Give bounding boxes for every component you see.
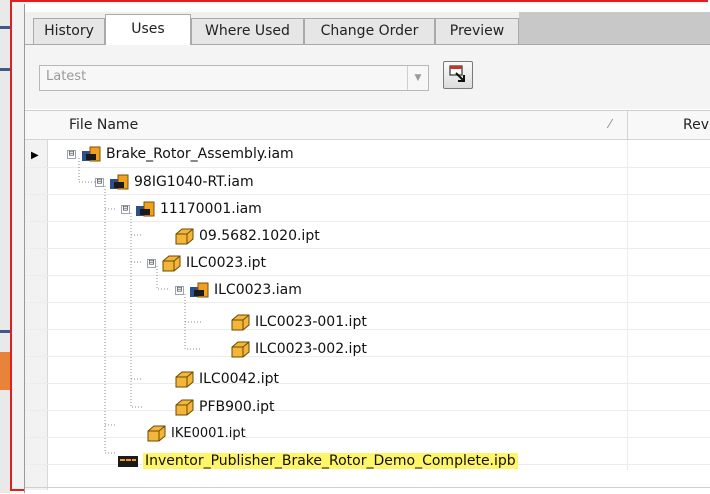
file-name: ILC0042.ipt	[199, 371, 280, 387]
grid-bottom-border	[25, 487, 710, 488]
chevron-down-icon[interactable]: ▼	[407, 66, 428, 90]
file-name: IKE0001.ipt	[171, 425, 246, 441]
tab-bar-filler	[519, 12, 710, 44]
file-name: Brake_Rotor_Assembly.iam	[106, 146, 294, 162]
tree-row[interactable]: ⊟ 11170001.iam	[121, 199, 262, 219]
tab-bar: History Uses Where Used Change Order Pre…	[25, 12, 710, 45]
tree-row[interactable]: ⊟ Brake_Rotor_Assembly.iam	[67, 144, 294, 164]
collapse-toggle[interactable]: ⊟	[95, 177, 104, 187]
tree-row[interactable]: PFB900.ipt	[173, 397, 275, 417]
tree-row[interactable]: Inventor_Publisher_Brake_Rotor_Demo_Comp…	[117, 451, 518, 471]
tree-row[interactable]: ⊟ ILC0023.iam	[175, 280, 302, 300]
tree-connectors	[78, 158, 201, 454]
file-name: 98IG1040-RT.iam	[134, 174, 254, 190]
collapse-toggle[interactable]: ⊟	[67, 149, 76, 159]
tab-uses[interactable]: Uses	[105, 14, 191, 45]
edge-highlight	[0, 352, 10, 390]
tab-where-used[interactable]: Where Used	[191, 18, 304, 44]
tree-row[interactable]: ILC0023-001.ipt	[229, 312, 367, 332]
tree-row[interactable]: IKE0001.ipt	[145, 423, 246, 443]
assembly-icon	[82, 146, 101, 162]
version-select[interactable]: Latest ▼	[39, 65, 429, 91]
file-name: ILC0023-002.ipt	[255, 341, 367, 357]
tree-row[interactable]: 09.5682.1020.ipt	[173, 226, 320, 246]
file-name: 09.5682.1020.ipt	[199, 228, 320, 244]
toolbar: Latest ▼	[25, 45, 710, 109]
assembly-icon	[110, 174, 129, 190]
part-icon	[147, 425, 166, 442]
tab-preview[interactable]: Preview	[435, 18, 519, 44]
goto-file-button[interactable]	[443, 61, 473, 89]
tab-history[interactable]: History	[33, 18, 105, 44]
file-name: 11170001.iam	[160, 201, 262, 217]
version-select-value: Latest	[46, 69, 87, 84]
uses-grid: File Name ⁄ Rev ▶ ⊟ Brake_Rotor_Assembly…	[25, 110, 710, 494]
edge-marker	[0, 26, 10, 29]
part-icon	[231, 314, 250, 331]
part-icon	[175, 371, 194, 388]
goto-file-icon	[449, 65, 465, 82]
collapse-toggle[interactable]: ⊟	[121, 204, 130, 214]
collapse-toggle[interactable]: ⊟	[147, 258, 156, 268]
part-icon	[162, 255, 181, 272]
file-name-highlighted: Inventor_Publisher_Brake_Rotor_Demo_Comp…	[143, 453, 518, 469]
tree-row[interactable]: ILC0023-002.ipt	[229, 339, 367, 359]
file-name: ILC0023.ipt	[186, 255, 267, 271]
file-name: ILC0023.iam	[214, 282, 302, 298]
tab-change-order[interactable]: Change Order	[304, 18, 435, 44]
assembly-icon	[190, 282, 209, 298]
tree-row[interactable]: ⊟ 98IG1040-RT.iam	[95, 172, 254, 192]
uses-panel: History Uses Where Used Change Order Pre…	[24, 4, 710, 493]
part-icon	[175, 399, 194, 416]
collapse-toggle[interactable]: ⊟	[175, 285, 184, 295]
assembly-icon	[136, 201, 155, 217]
edge-marker	[0, 68, 10, 71]
file-name: PFB900.ipt	[199, 399, 275, 415]
left-window-edge	[0, 0, 10, 493]
part-icon	[175, 228, 194, 245]
part-icon	[231, 341, 250, 358]
file-name: ILC0023-001.ipt	[255, 314, 367, 330]
tree-row[interactable]: ⊟ ILC0023.ipt	[147, 253, 266, 273]
edge-marker	[0, 330, 10, 333]
publisher-file-icon	[118, 456, 138, 467]
tree-row[interactable]: ILC0042.ipt	[173, 369, 279, 389]
